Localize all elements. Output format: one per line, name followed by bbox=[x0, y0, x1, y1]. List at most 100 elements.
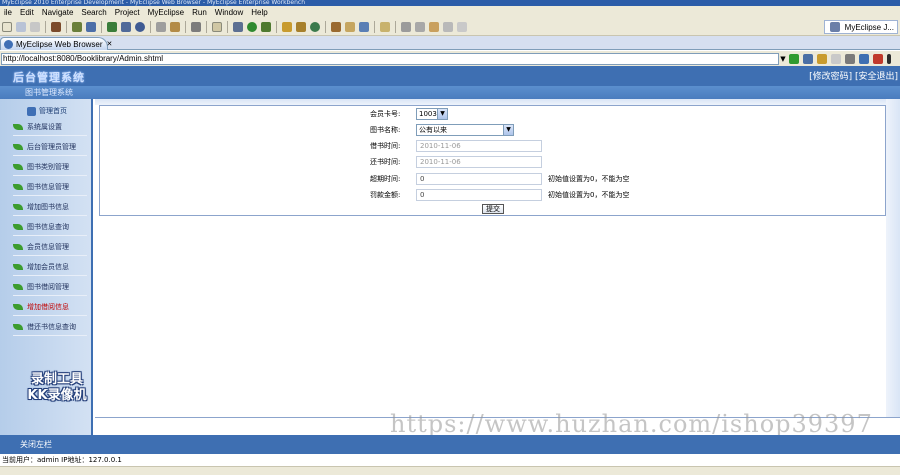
deploy-icon[interactable] bbox=[72, 21, 82, 32]
sidebar-item[interactable]: 图书信息管理 bbox=[13, 179, 87, 196]
sidebar-item[interactable]: 借还书信息查询 bbox=[13, 319, 87, 336]
next-annotation-icon[interactable] bbox=[415, 21, 425, 32]
sidebar-item[interactable]: 系统属设置 bbox=[13, 119, 87, 136]
header-links[interactable]: [修改密码] [安全退出] bbox=[809, 69, 898, 82]
sidebar-item[interactable]: 后台管理员管理 bbox=[13, 139, 87, 156]
menu-help[interactable]: Help bbox=[247, 8, 271, 17]
sidebar-item[interactable]: 图书信息查询 bbox=[13, 219, 87, 236]
bookmark-icon[interactable] bbox=[380, 21, 390, 32]
tab-web-browser[interactable]: MyEclipse Web Browser ✕ bbox=[0, 37, 112, 50]
terminal-icon[interactable] bbox=[191, 21, 201, 32]
run-icon[interactable] bbox=[247, 21, 257, 32]
book-name-select[interactable]: 公有以来 ▼ bbox=[416, 124, 514, 136]
annotation-icon[interactable] bbox=[401, 21, 411, 32]
perspective-switcher[interactable]: MyEclipse J... bbox=[823, 20, 898, 34]
toolbar-separator bbox=[185, 20, 186, 33]
sidebar-heading[interactable]: 管理首页 bbox=[27, 106, 67, 116]
pointer-icon[interactable] bbox=[359, 21, 369, 32]
app-footer: 关闭左栏 bbox=[0, 435, 900, 454]
open-folder-icon[interactable] bbox=[331, 21, 341, 32]
new-project-icon[interactable] bbox=[107, 21, 117, 32]
sidebar-item[interactable]: 图书借阅管理 bbox=[13, 279, 87, 296]
sidebar-item[interactable]: 增加图书信息 bbox=[13, 199, 87, 216]
home-icon[interactable] bbox=[859, 53, 869, 64]
overdue-time-field[interactable]: 0 bbox=[416, 173, 542, 185]
toolbar-separator bbox=[374, 20, 375, 33]
menu-file[interactable]: ile bbox=[0, 8, 16, 17]
menu-myeclipse[interactable]: MyEclipse bbox=[144, 8, 188, 17]
return-time-field[interactable]: 2010-11-06 bbox=[416, 156, 542, 168]
web-project-icon[interactable] bbox=[121, 21, 131, 32]
menu-navigate[interactable]: Navigate bbox=[38, 8, 78, 17]
toolbar-separator bbox=[101, 20, 102, 33]
new-interface-icon[interactable] bbox=[310, 21, 320, 32]
menu-search[interactable]: Search bbox=[77, 8, 110, 17]
book-name-value: 公有以来 bbox=[419, 126, 447, 134]
toolbar-separator bbox=[395, 20, 396, 33]
toolbar-separator bbox=[66, 20, 67, 33]
sidebar-item-label: 系统属设置 bbox=[27, 123, 62, 131]
globe-icon[interactable] bbox=[135, 21, 145, 32]
perspective-label: MyEclipse J... bbox=[844, 22, 894, 32]
toolbar-separator bbox=[45, 20, 46, 33]
back-icon[interactable] bbox=[443, 21, 453, 32]
ide-status-bar bbox=[0, 466, 900, 475]
content-right-border bbox=[886, 99, 900, 435]
forward-icon[interactable] bbox=[831, 53, 841, 64]
sidebar-item[interactable]: 增加借阅信息 bbox=[13, 299, 87, 316]
toolbar-separator bbox=[227, 20, 228, 33]
new-package-icon[interactable] bbox=[282, 21, 292, 32]
return-time-row: 还书时间: 2010-11-06 bbox=[370, 156, 542, 168]
sidebar-item[interactable]: 图书类别管理 bbox=[13, 159, 87, 176]
new-file-icon[interactable] bbox=[212, 21, 222, 32]
menu-window[interactable]: Window bbox=[211, 8, 247, 17]
menu-project[interactable]: Project bbox=[111, 8, 144, 17]
chevron-down-icon: ▼ bbox=[503, 125, 513, 135]
search-icon[interactable] bbox=[156, 21, 166, 32]
debug-icon[interactable] bbox=[233, 21, 243, 32]
chevron-down-icon[interactable]: ▼ bbox=[779, 55, 787, 63]
sidebar-item-label: 图书信息管理 bbox=[27, 183, 69, 191]
stop-icon[interactable] bbox=[845, 53, 855, 64]
leaf-icon bbox=[13, 164, 23, 170]
sidebar-item-label: 图书类别管理 bbox=[27, 163, 69, 171]
sidebar-item[interactable]: 会员信息管理 bbox=[13, 239, 87, 256]
card-no-label: 会员卡号: bbox=[370, 110, 401, 118]
sidebar-item[interactable]: 增加会员信息 bbox=[13, 259, 87, 276]
save-icon[interactable] bbox=[16, 21, 26, 32]
url-input[interactable]: http://localhost:8080/Booklibrary/Admin.… bbox=[1, 52, 779, 65]
back-icon[interactable] bbox=[817, 53, 827, 64]
chevron-down-icon: ▼ bbox=[437, 109, 447, 119]
leaf-icon bbox=[13, 224, 23, 230]
new-icon[interactable] bbox=[2, 21, 12, 32]
archive-icon[interactable] bbox=[51, 21, 61, 32]
page-title: 后台管理系统 bbox=[13, 71, 85, 84]
server-icon[interactable] bbox=[86, 21, 96, 32]
close-icon[interactable]: ✕ bbox=[107, 40, 113, 48]
open-type-icon[interactable] bbox=[170, 21, 180, 32]
submit-button[interactable]: 提交 bbox=[482, 204, 504, 214]
refresh-icon[interactable] bbox=[803, 53, 813, 64]
leaf-icon bbox=[13, 284, 23, 290]
menu-edit[interactable]: Edit bbox=[16, 8, 38, 17]
close-sidebar-link[interactable]: 关闭左栏 bbox=[20, 439, 52, 450]
toolbar-separator bbox=[325, 20, 326, 33]
forward-icon[interactable] bbox=[457, 21, 467, 32]
borrow-time-field[interactable]: 2010-11-06 bbox=[416, 140, 542, 152]
menu-icon[interactable] bbox=[887, 53, 891, 64]
print-icon[interactable] bbox=[873, 53, 883, 64]
url-watermark: https://www.huzhan.com/ishop39397 bbox=[390, 410, 873, 438]
external-tools-icon[interactable] bbox=[261, 21, 271, 32]
new-class-icon[interactable] bbox=[296, 21, 306, 32]
print-icon[interactable] bbox=[30, 21, 40, 32]
menu-run[interactable]: Run bbox=[188, 8, 211, 17]
last-edit-icon[interactable] bbox=[429, 21, 439, 32]
main-toolbar bbox=[0, 18, 900, 36]
sidebar-item-label: 增加图书信息 bbox=[27, 203, 69, 211]
fine-amount-field[interactable]: 0 bbox=[416, 189, 542, 201]
card-no-select[interactable]: 1003 ▼ bbox=[416, 108, 448, 120]
fine-amount-label: 罚款金额: bbox=[370, 191, 401, 199]
borrow-time-row: 借书时间: 2010-11-06 bbox=[370, 140, 542, 152]
edit-icon[interactable] bbox=[345, 21, 355, 32]
go-icon[interactable] bbox=[789, 53, 799, 64]
